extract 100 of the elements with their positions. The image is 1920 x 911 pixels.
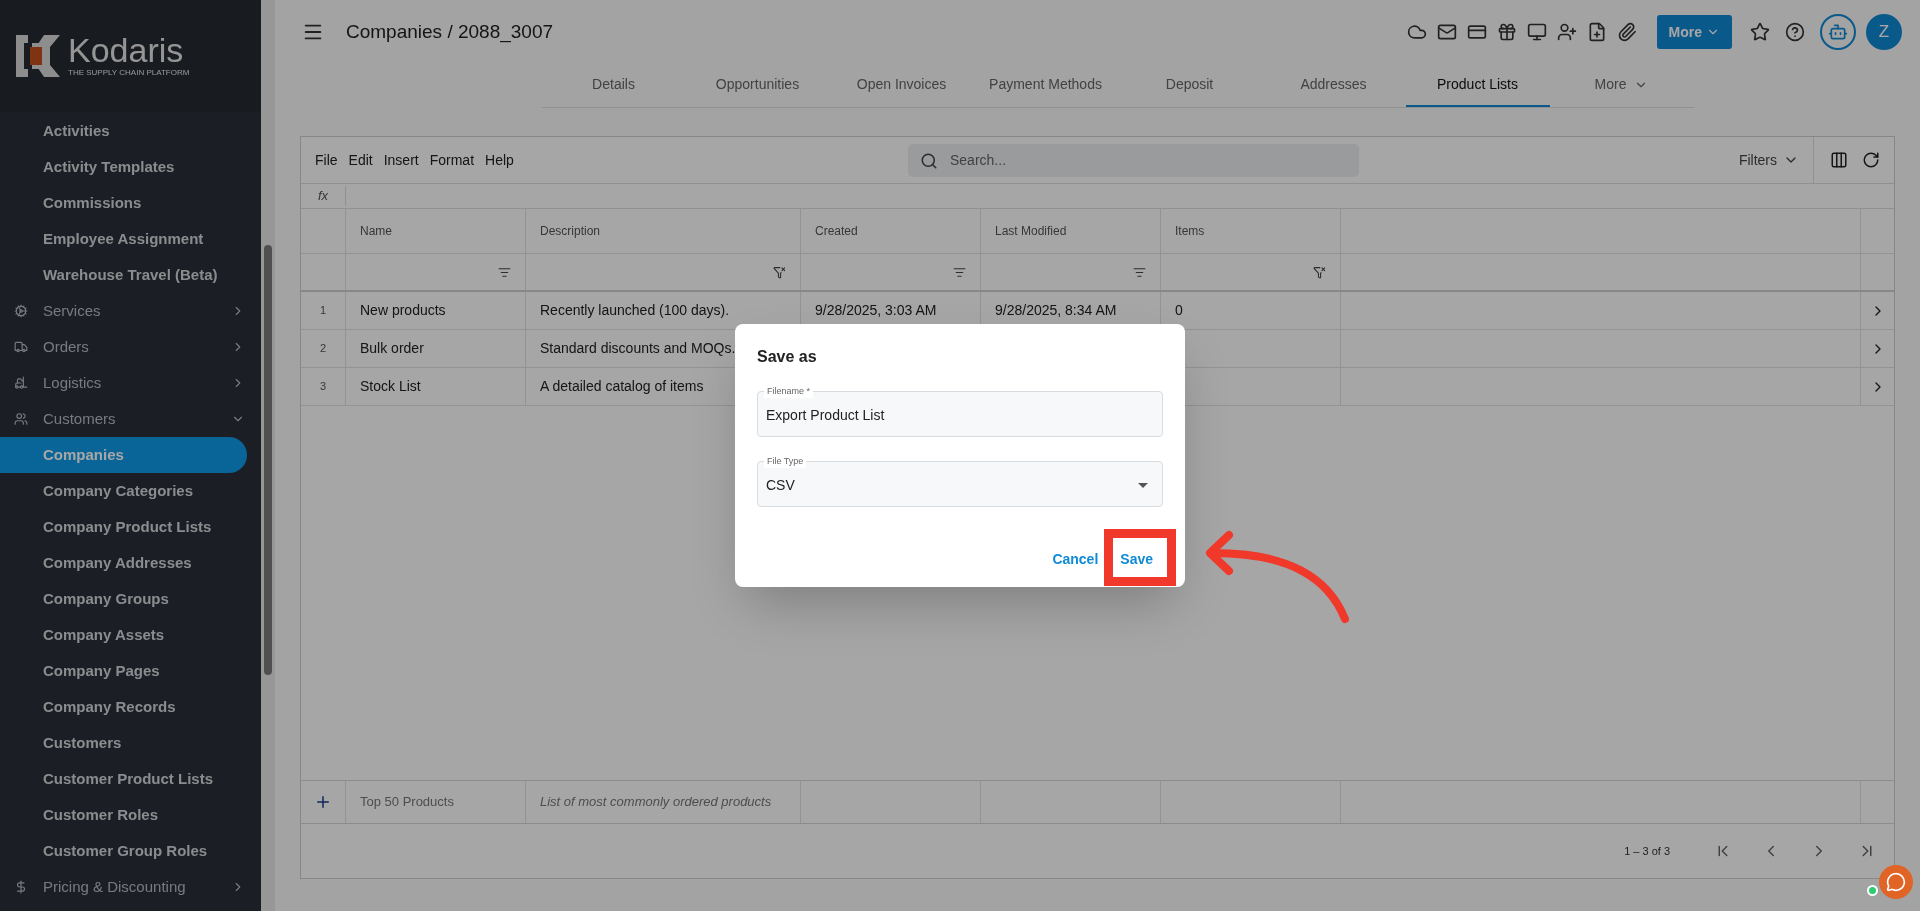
user-avatar[interactable]: Z — [1866, 14, 1902, 50]
table-cell-text: Standard discounts and MOQs. — [540, 339, 736, 358]
robot-icon — [1828, 22, 1848, 42]
more-button[interactable]: More — [1656, 15, 1732, 49]
refresh-icon[interactable] — [1862, 151, 1880, 169]
table-cell-text: Stock List — [360, 377, 421, 396]
sidebar-item[interactable]: Commissions — [0, 185, 247, 221]
scrollbar[interactable] — [261, 0, 275, 911]
cancel-button[interactable]: Cancel — [1048, 543, 1103, 576]
field-label: Filename * — [764, 384, 814, 398]
add-icon[interactable] — [314, 793, 332, 811]
card-icon[interactable] — [1466, 22, 1487, 42]
menu-item[interactable]: Edit — [348, 149, 373, 171]
table-cell-text: 0 — [1175, 301, 1183, 320]
sidebar-section[interactable]: Orders — [0, 329, 261, 365]
forklift-icon — [14, 376, 28, 390]
chat-widget[interactable] — [1879, 865, 1913, 899]
tab[interactable]: Addresses — [1261, 64, 1406, 107]
paperclip-icon[interactable] — [1616, 22, 1637, 42]
pagination-label: 1 – 3 of 3 — [1624, 843, 1670, 859]
bot-avatar[interactable] — [1820, 14, 1856, 50]
menu-item[interactable]: File — [315, 149, 338, 171]
sidebar-section[interactable]: Services — [0, 293, 261, 329]
people-icon — [14, 412, 28, 426]
help-icon[interactable] — [1785, 22, 1805, 42]
formula-label: fx — [301, 186, 346, 206]
logo-tagline: THE SUPPLY CHAIN PLATFORM — [68, 67, 190, 79]
menu-item[interactable]: Format — [429, 149, 475, 171]
monitor-icon[interactable] — [1526, 22, 1547, 42]
sidebar-section[interactable]: Pricing & Discounting — [0, 869, 261, 905]
sidebar-section[interactable]: Customers — [0, 401, 261, 437]
columns-icon[interactable] — [1830, 151, 1848, 169]
sidebar-item[interactable]: Activity Templates — [0, 149, 247, 185]
description-field[interactable]: List of most commonly ordered products — [540, 792, 800, 812]
sidebar-section[interactable]: Logistics — [0, 365, 261, 401]
column-header[interactable]: Items — [1161, 209, 1341, 253]
filter-icon[interactable] — [498, 265, 511, 279]
table-cell-text: 9/28/2025, 3:03 AM — [815, 301, 937, 320]
column-header[interactable]: Last Modified — [981, 209, 1161, 253]
table-cell-text: New products — [360, 301, 446, 320]
dialog-title: Save as — [757, 347, 818, 367]
search-field[interactable]: Search... — [908, 143, 1359, 177]
column-header[interactable]: Created — [801, 209, 981, 253]
table-cell-text: Bulk order — [360, 339, 424, 358]
column-header[interactable]: Name — [346, 209, 526, 253]
name-field[interactable]: Top 50 Products — [360, 792, 525, 812]
sidebar-item[interactable]: Activities — [0, 113, 247, 149]
table-cell-text: Recently launched (100 days). — [540, 301, 730, 320]
tab[interactable]: Details — [541, 64, 686, 107]
sidebar-item[interactable]: Company Pages — [0, 653, 247, 689]
row-number: 2 — [301, 330, 346, 367]
tab[interactable]: Opportunities — [685, 64, 830, 107]
sidebar-item[interactable]: Customer Product Lists — [0, 761, 247, 797]
sidebar-item[interactable]: Customers — [0, 725, 247, 761]
sidebar-item[interactable]: Company Records — [0, 689, 247, 725]
field-label: File Type — [764, 454, 807, 468]
chat-icon — [1886, 872, 1906, 892]
tab[interactable]: Product Lists — [1405, 64, 1550, 107]
menu-item[interactable]: Help — [485, 149, 514, 171]
cloud-icon[interactable] — [1406, 22, 1427, 42]
logo-wordmark: Kodaris — [68, 33, 185, 67]
sidebar-item[interactable]: Company Categories — [0, 473, 247, 509]
truck-icon — [14, 340, 28, 354]
filter-icon[interactable] — [953, 265, 966, 279]
tab[interactable]: More — [1549, 64, 1694, 107]
sidebar-item[interactable]: Company Product Lists — [0, 509, 247, 545]
filters-button[interactable]: Filters — [1738, 149, 1813, 171]
search-icon — [920, 151, 938, 170]
sidebar-item[interactable]: Company Addresses — [0, 545, 247, 581]
table-cell-text: A detailed catalog of items — [540, 377, 704, 396]
field-value: CSV — [766, 475, 796, 495]
logo-icon — [16, 35, 60, 77]
filter-off-icon[interactable] — [773, 265, 786, 279]
add-user-icon[interactable] — [1556, 22, 1577, 42]
gear-icon — [14, 304, 28, 318]
mail-icon[interactable] — [1436, 22, 1457, 42]
star-icon[interactable] — [1750, 22, 1770, 42]
sidebar-item[interactable]: Company Assets — [0, 617, 247, 653]
column-header[interactable]: Description — [526, 209, 801, 253]
filter-off-icon[interactable] — [1313, 265, 1326, 279]
field-value: Export Product List — [766, 405, 886, 425]
tab[interactable]: Deposit — [1117, 64, 1262, 107]
sidebar-item[interactable]: Customer Roles — [0, 797, 247, 833]
sidebar-item[interactable]: Employee Assignment — [0, 221, 247, 257]
sidebar-item[interactable]: Companies — [0, 437, 247, 473]
row-number: 3 — [301, 368, 346, 405]
dropdown-caret-icon — [1138, 482, 1148, 488]
table-cell-text: 9/28/2025, 8:34 AM — [995, 301, 1117, 320]
sidebar-item[interactable]: Company Groups — [0, 581, 247, 617]
page-title: Companies / 2088_3007 — [346, 19, 555, 45]
filter-icon[interactable] — [1133, 265, 1146, 279]
row-number: 1 — [301, 292, 346, 329]
gift-icon[interactable] — [1496, 22, 1517, 42]
dollar-icon — [14, 880, 28, 894]
tab[interactable]: Payment Methods — [973, 64, 1118, 107]
menu-item[interactable]: Insert — [383, 149, 419, 171]
sidebar-item[interactable]: Warehouse Travel (Beta) — [0, 257, 247, 293]
tab[interactable]: Open Invoices — [829, 64, 974, 107]
save-button[interactable]: Save — [1116, 543, 1157, 576]
sidebar-item[interactable]: Customer Group Roles — [0, 833, 247, 869]
